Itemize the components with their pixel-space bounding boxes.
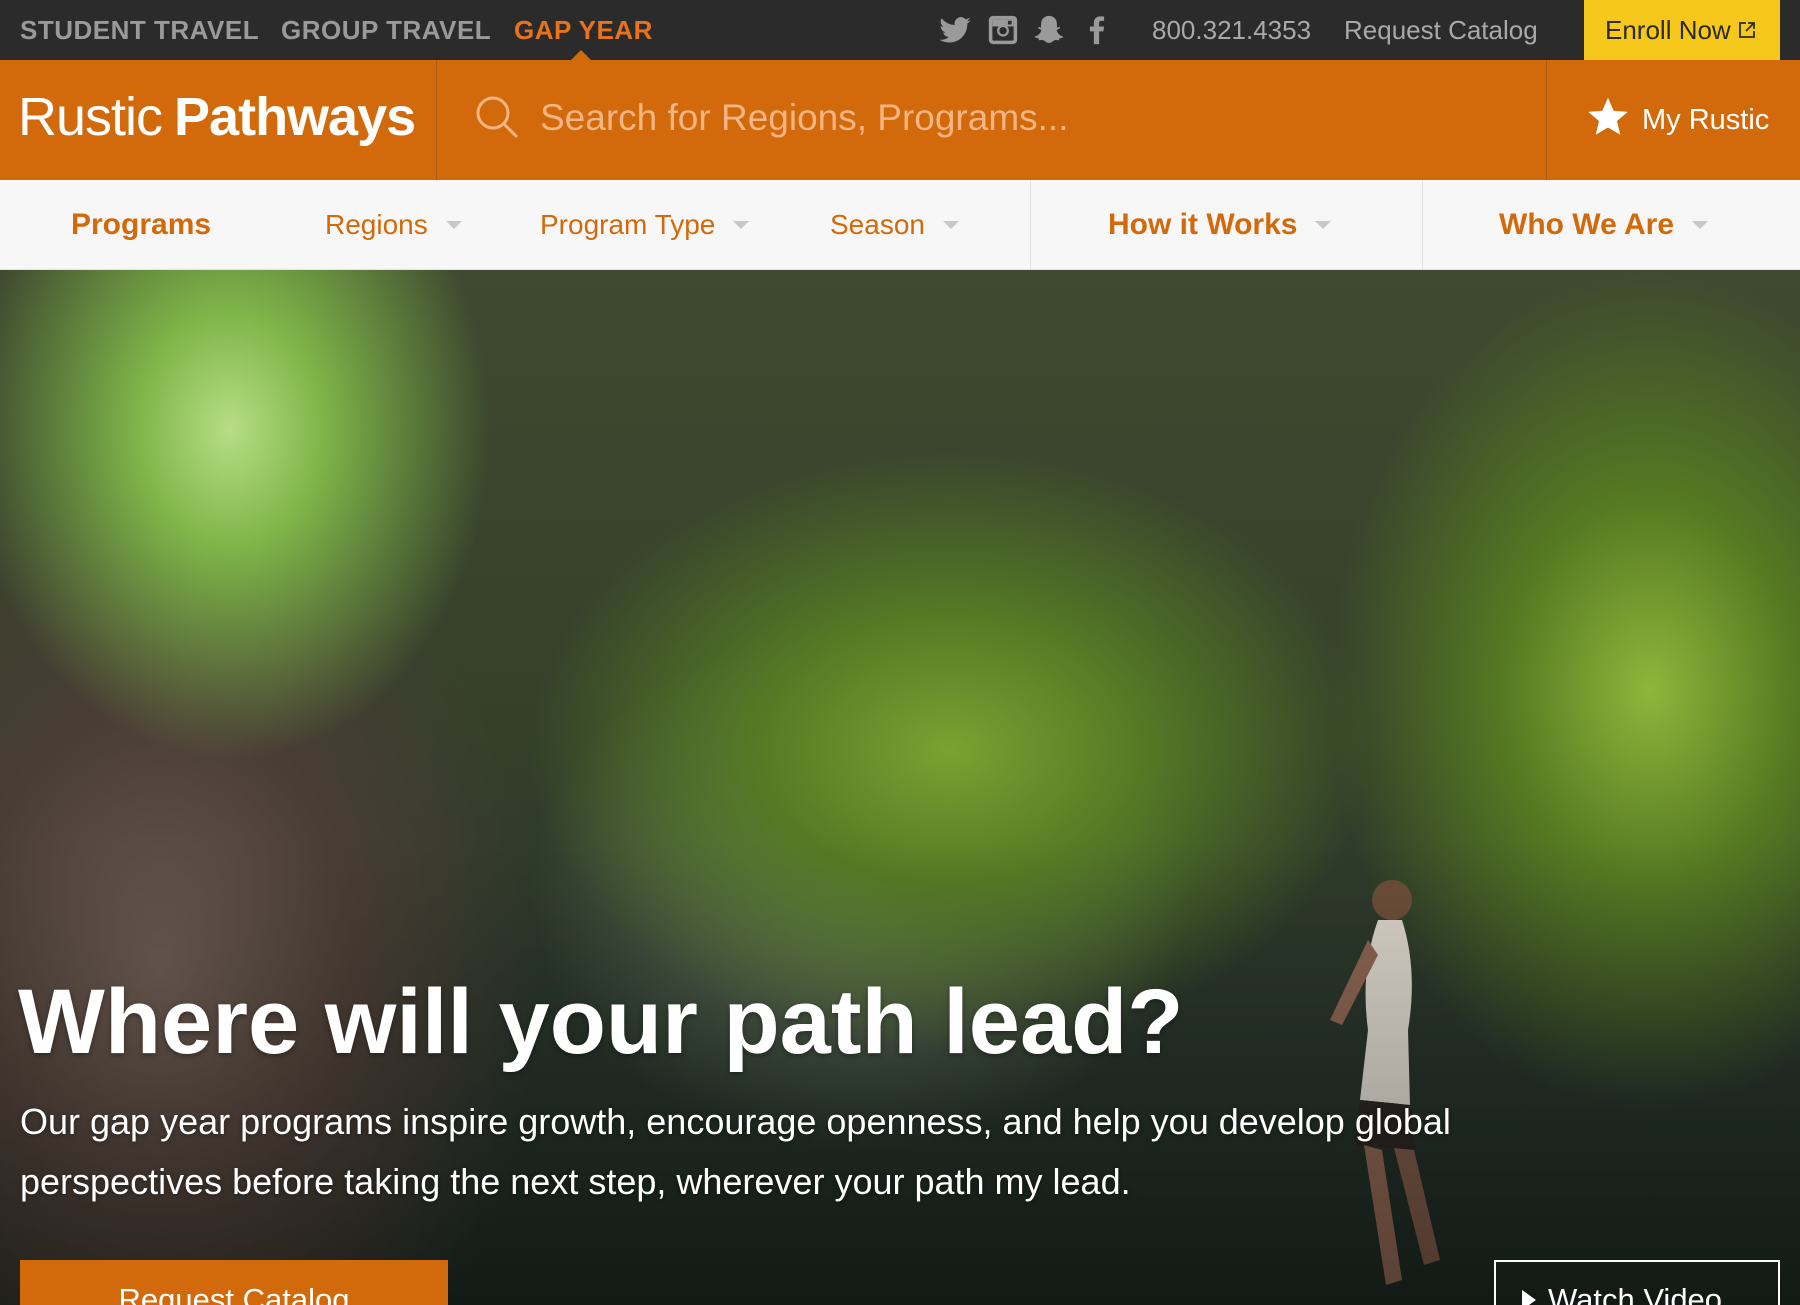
- logo-wordmark-bold: Pathways: [174, 87, 416, 147]
- play-icon: [1522, 1290, 1536, 1305]
- instagram-icon[interactable]: [986, 13, 1020, 47]
- request-catalog-button[interactable]: Request Catalog: [20, 1260, 448, 1305]
- brand-bar: RusticPathways My Rustic: [0, 60, 1800, 180]
- chevron-down-icon: [1315, 221, 1332, 229]
- watch-video-label: Watch Video: [1548, 1282, 1723, 1305]
- tab-student-travel[interactable]: STUDENT TRAVEL: [20, 0, 259, 60]
- nav-how-it-works-label: How it Works: [1108, 208, 1298, 241]
- search-icon[interactable]: [474, 94, 520, 140]
- chevron-down-icon: [1692, 221, 1709, 229]
- my-rustic-label: My Rustic: [1642, 104, 1770, 136]
- phone-number[interactable]: 800.321.4353: [1152, 0, 1311, 60]
- nav-divider: [1030, 180, 1031, 270]
- hero-section: Where will your path lead? Our gap year …: [0, 270, 1800, 1305]
- main-nav: Programs Regions Program Type Season How…: [0, 180, 1800, 270]
- rustic-pathways-logo[interactable]: Rustic Pathways: [18, 82, 416, 152]
- brand-divider: [436, 60, 437, 180]
- watch-video-button[interactable]: Watch Video: [1494, 1260, 1780, 1305]
- hero-description: Our gap year programs inspire growth, en…: [20, 1101, 1451, 1202]
- active-tab-indicator: [571, 50, 591, 60]
- nav-program-type-label: Program Type: [540, 209, 716, 240]
- brand-divider: [1546, 60, 1547, 180]
- enroll-now-button[interactable]: Enroll Now: [1584, 0, 1780, 60]
- nav-season[interactable]: Season: [830, 180, 959, 270]
- snapchat-icon[interactable]: [1032, 13, 1066, 47]
- nav-how-it-works[interactable]: How it Works: [1108, 180, 1332, 270]
- chevron-down-icon: [733, 221, 750, 229]
- nav-divider: [1422, 180, 1423, 270]
- logo-wordmark-light: Rustic: [18, 87, 163, 147]
- nav-program-type[interactable]: Program Type: [540, 180, 750, 270]
- top-bar: STUDENT TRAVEL GROUP TRAVEL GAP YEAR 800…: [0, 0, 1800, 60]
- nav-regions[interactable]: Regions: [325, 180, 462, 270]
- twitter-icon[interactable]: [938, 13, 972, 47]
- my-rustic-button[interactable]: My Rustic: [1586, 60, 1769, 180]
- facebook-icon[interactable]: [1080, 13, 1114, 47]
- tab-group-travel[interactable]: GROUP TRAVEL: [281, 0, 491, 60]
- nav-who-we-are-label: Who We Are: [1499, 208, 1675, 241]
- nav-who-we-are[interactable]: Who We Are: [1499, 180, 1709, 270]
- request-catalog-link[interactable]: Request Catalog: [1344, 0, 1538, 60]
- search-input[interactable]: [540, 88, 1440, 148]
- external-link-icon: [1738, 22, 1755, 38]
- nav-programs[interactable]: Programs: [71, 180, 211, 270]
- nav-season-label: Season: [830, 209, 925, 240]
- hero-title: Where will your path lead?: [18, 971, 1184, 1073]
- star-icon: [1588, 97, 1628, 135]
- nav-regions-label: Regions: [325, 209, 428, 240]
- chevron-down-icon: [942, 221, 959, 229]
- enroll-now-label: Enroll Now: [1605, 15, 1731, 45]
- chevron-down-icon: [445, 221, 462, 229]
